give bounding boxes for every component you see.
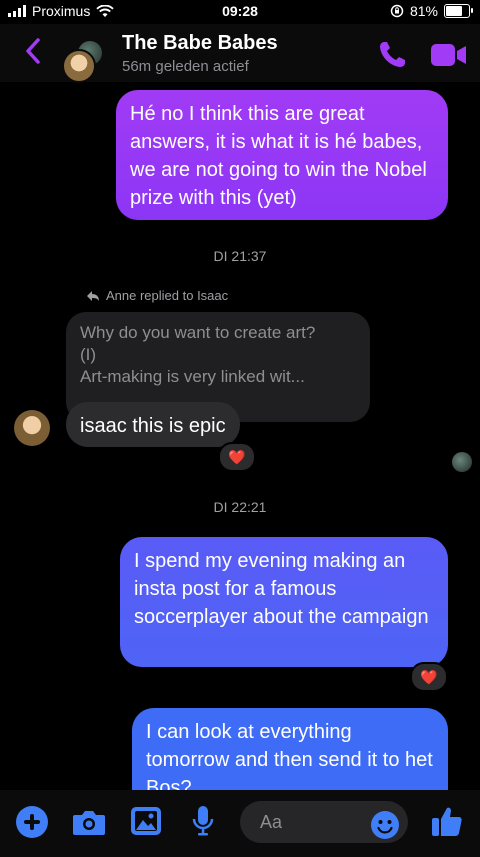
conversation-title[interactable]: The Babe Babes bbox=[122, 32, 278, 55]
timestamp: DI 21:37 bbox=[213, 248, 267, 264]
orientation-lock-icon bbox=[390, 4, 404, 18]
quote-line: Why do you want to create art? bbox=[80, 323, 316, 342]
avatar bbox=[62, 49, 96, 83]
composer-bar: Aa bbox=[0, 790, 480, 857]
chat-header: The Babe Babes 56m geleden actief bbox=[0, 24, 480, 83]
avatar[interactable] bbox=[14, 410, 50, 446]
thumbs-up-icon[interactable] bbox=[430, 804, 464, 838]
video-call-icon[interactable] bbox=[430, 42, 468, 68]
status-right: 81% bbox=[390, 3, 473, 19]
input-placeholder: Aa bbox=[260, 812, 283, 832]
microphone-icon[interactable] bbox=[190, 804, 216, 838]
gallery-icon[interactable] bbox=[130, 806, 162, 836]
phone-icon[interactable] bbox=[376, 39, 408, 71]
heart-reaction[interactable]: ❤️ bbox=[410, 662, 448, 692]
quote-line: Art-making is very linked wit... bbox=[80, 367, 305, 386]
reply-icon bbox=[87, 290, 99, 301]
emoji-icon[interactable] bbox=[370, 810, 400, 840]
quote-line: (I) bbox=[80, 345, 97, 364]
back-icon[interactable] bbox=[20, 34, 46, 68]
status-bar: Proximus 09:28 81% bbox=[0, 0, 480, 24]
battery-icon bbox=[444, 4, 473, 18]
outgoing-message[interactable]: I spend my evening making an insta post … bbox=[120, 537, 448, 667]
battery-percent: 81% bbox=[409, 3, 438, 19]
plus-icon[interactable] bbox=[16, 806, 48, 838]
group-avatar[interactable] bbox=[62, 41, 102, 83]
read-receipt-avatar bbox=[452, 452, 472, 472]
camera-icon[interactable] bbox=[72, 808, 106, 836]
timestamp: DI 22:21 bbox=[213, 499, 267, 515]
heart-reaction[interactable]: ❤️ bbox=[218, 442, 256, 472]
outgoing-message[interactable]: Hé no I think this are great answers, it… bbox=[116, 90, 448, 220]
reply-label: Anne replied to Isaac bbox=[106, 288, 229, 303]
battery-fill bbox=[446, 6, 463, 16]
reply-indicator: Anne replied to Isaac bbox=[86, 288, 228, 303]
active-status: 56m geleden actief bbox=[122, 58, 249, 75]
incoming-message[interactable]: isaac this is epic bbox=[66, 402, 240, 447]
